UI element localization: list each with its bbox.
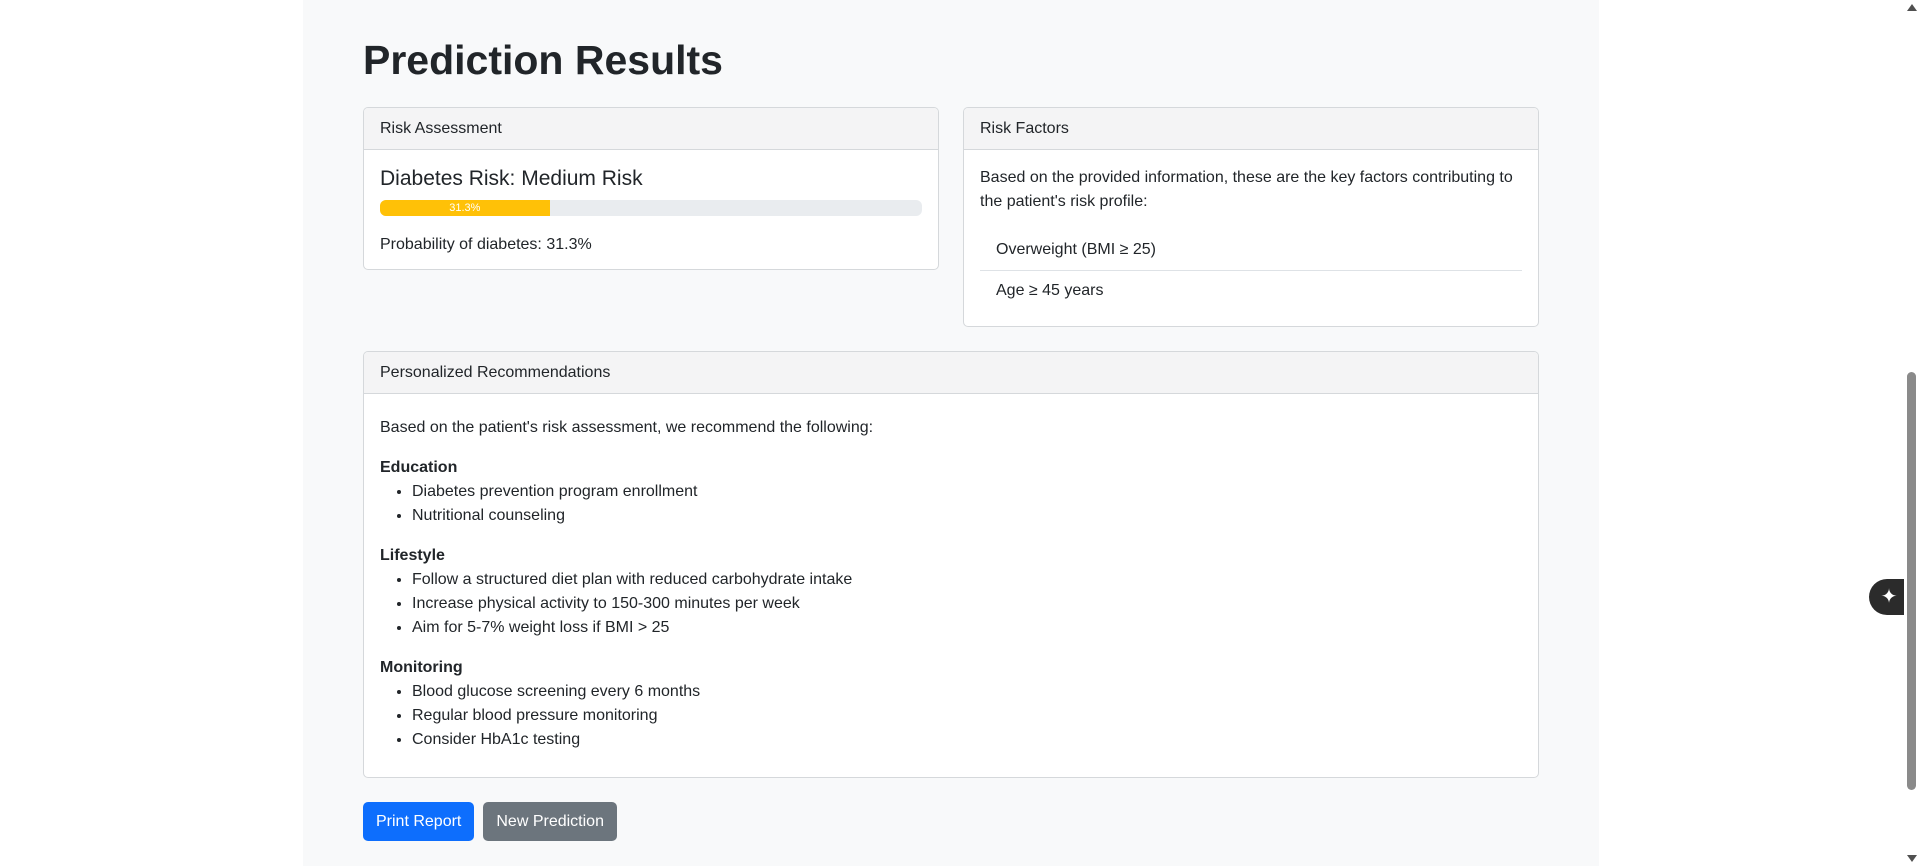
list-item: Nutritional counseling bbox=[412, 504, 1522, 528]
recommendations-intro: Based on the patient's risk assessment, … bbox=[380, 419, 874, 436]
new-prediction-button[interactable]: New Prediction bbox=[483, 802, 617, 841]
action-buttons: Print Report New Prediction bbox=[363, 802, 617, 841]
risk-factor-item: Age ≥ 45 years bbox=[996, 282, 1104, 299]
sparkle-icon[interactable]: ✦ bbox=[1869, 579, 1905, 615]
recommendations-card: Personalized Recommendations Based on th… bbox=[363, 351, 1539, 778]
risk-factor-item: Overweight (BMI ≥ 25) bbox=[980, 230, 1522, 271]
page-background: Prediction Results Risk Assessment Diabe… bbox=[303, 0, 1599, 866]
list-item: Blood glucose screening every 6 months bbox=[412, 680, 1522, 704]
print-report-button[interactable]: Print Report bbox=[363, 802, 475, 841]
monitoring-list: Blood glucose screening every 6 months R… bbox=[380, 680, 1522, 752]
scroll-down-arrow-icon[interactable] bbox=[1907, 855, 1917, 862]
list-item: Diabetes prevention program enrollment bbox=[412, 480, 1522, 504]
risk-assessment-header: Risk Assessment bbox=[364, 108, 938, 150]
list-item: Regular blood pressure monitoring bbox=[412, 704, 1522, 728]
risk-factor-list: Overweight (BMI ≥ 25) Age ≥ 45 years bbox=[980, 230, 1522, 311]
section-title-lifestyle: Lifestyle bbox=[380, 547, 445, 564]
page-title: Prediction Results bbox=[363, 37, 723, 83]
risk-progress-bar: 31.3% bbox=[380, 200, 550, 216]
risk-assessment-card: Risk Assessment Diabetes Risk: Medium Ri… bbox=[363, 107, 939, 270]
lifestyle-list: Follow a structured diet plan with reduc… bbox=[380, 568, 1522, 640]
scroll-up-arrow-icon[interactable] bbox=[1907, 4, 1917, 11]
list-item: Follow a structured diet plan with reduc… bbox=[412, 568, 1522, 592]
risk-progress: 31.3% bbox=[380, 200, 922, 216]
list-item: Aim for 5-7% weight loss if BMI > 25 bbox=[412, 616, 1522, 640]
risk-factors-intro: Based on the provided information, these… bbox=[980, 169, 1513, 210]
education-list: Diabetes prevention program enrollment N… bbox=[380, 480, 1522, 528]
risk-factors-header: Risk Factors bbox=[964, 108, 1538, 150]
risk-factors-card: Risk Factors Based on the provided infor… bbox=[963, 107, 1539, 327]
vertical-scrollbar[interactable] bbox=[1904, 0, 1919, 866]
recommendations-header: Personalized Recommendations bbox=[364, 352, 1538, 394]
section-title-education: Education bbox=[380, 459, 458, 476]
risk-title: Diabetes Risk: Medium Risk bbox=[380, 167, 643, 190]
probability-text: Probability of diabetes: 31.3% bbox=[380, 236, 592, 253]
section-title-monitoring: Monitoring bbox=[380, 659, 463, 676]
scrollbar-thumb[interactable] bbox=[1907, 372, 1916, 790]
list-item: Increase physical activity to 150-300 mi… bbox=[412, 592, 1522, 616]
list-item: Consider HbA1c testing bbox=[412, 728, 1522, 752]
